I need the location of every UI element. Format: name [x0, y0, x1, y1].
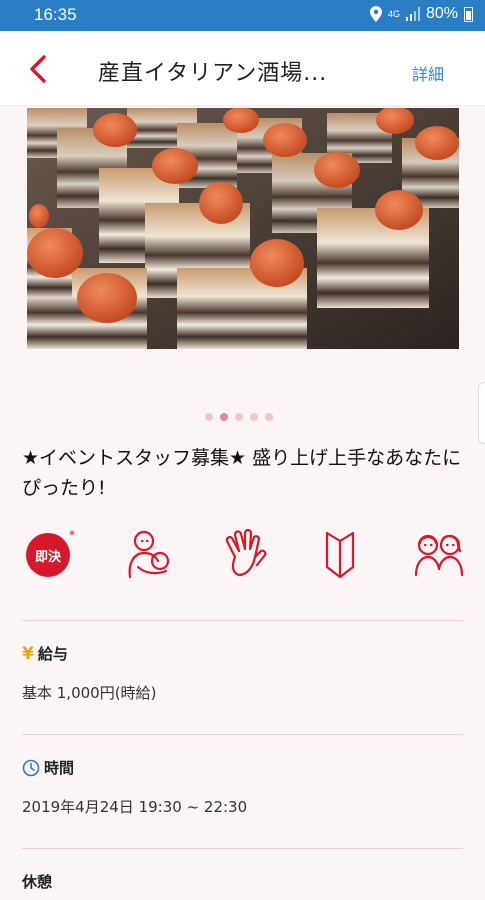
parent-child-icon: [128, 530, 170, 579]
beginner-mark-icon: [325, 531, 355, 579]
chevron-left-icon[interactable]: [20, 51, 56, 87]
carousel-dot-active[interactable]: [220, 413, 228, 421]
carousel-dot[interactable]: [250, 413, 258, 421]
status-icons: 4G 80%: [369, 5, 473, 23]
page-title: 産直イタリアン酒場...: [98, 61, 328, 86]
divider: [22, 734, 463, 735]
friends-pair-icon: [414, 534, 464, 577]
battery-percent: 80%: [425, 5, 458, 22]
photo-carousel[interactable]: [27, 108, 459, 349]
salary-heading: 給与: [37, 645, 68, 663]
salary-heading-row: ¥ 給与: [22, 643, 463, 664]
detail-link[interactable]: 詳細: [412, 61, 444, 85]
svg-text:*: *: [69, 528, 75, 542]
carousel-indicator: [205, 413, 273, 421]
status-time: 16:35: [34, 5, 77, 24]
network-type: 4G: [387, 8, 400, 19]
salary-section: ¥ 給与 基本 1,000円(時給): [22, 643, 463, 703]
instant-decision-label: 即決: [34, 550, 61, 565]
carousel-dot[interactable]: [235, 413, 243, 421]
carousel-dot[interactable]: [205, 413, 213, 421]
battery-icon: [464, 6, 473, 22]
location-icon: [369, 6, 382, 22]
tiramisu-photo: [27, 108, 459, 349]
time-section: 時間 2019年4月24日 19:30 ~ 22:30: [22, 757, 463, 817]
divider: [22, 848, 463, 849]
instant-decision-badge-icon: * 即決: [24, 527, 78, 581]
waving-hand-icon: [225, 528, 267, 577]
salary-value: 基本 1,000円(時給): [22, 684, 157, 702]
side-drawer-handle[interactable]: [478, 382, 485, 444]
app-bar: 産直イタリアン酒場... 詳細: [0, 31, 485, 106]
time-value: 2019年4月24日 19:30 ~ 22:30: [22, 798, 248, 816]
yen-icon: ¥: [22, 643, 34, 664]
carousel-dot[interactable]: [265, 413, 273, 421]
signal-icon: [405, 7, 420, 21]
break-heading-row: 休憩: [22, 871, 463, 892]
time-heading: 時間: [44, 759, 75, 777]
status-bar: 16:35 4G 80%: [0, 0, 485, 31]
job-title: ★イベントスタッフ募集★ 盛り上げ上手なあなたにぴったり!: [22, 447, 462, 499]
divider: [22, 620, 463, 621]
clock-icon: [22, 759, 40, 776]
break-section: 休憩: [22, 871, 463, 892]
break-heading: 休憩: [22, 873, 53, 891]
feature-icons: * 即決: [22, 527, 467, 583]
time-heading-row: 時間: [22, 757, 463, 778]
